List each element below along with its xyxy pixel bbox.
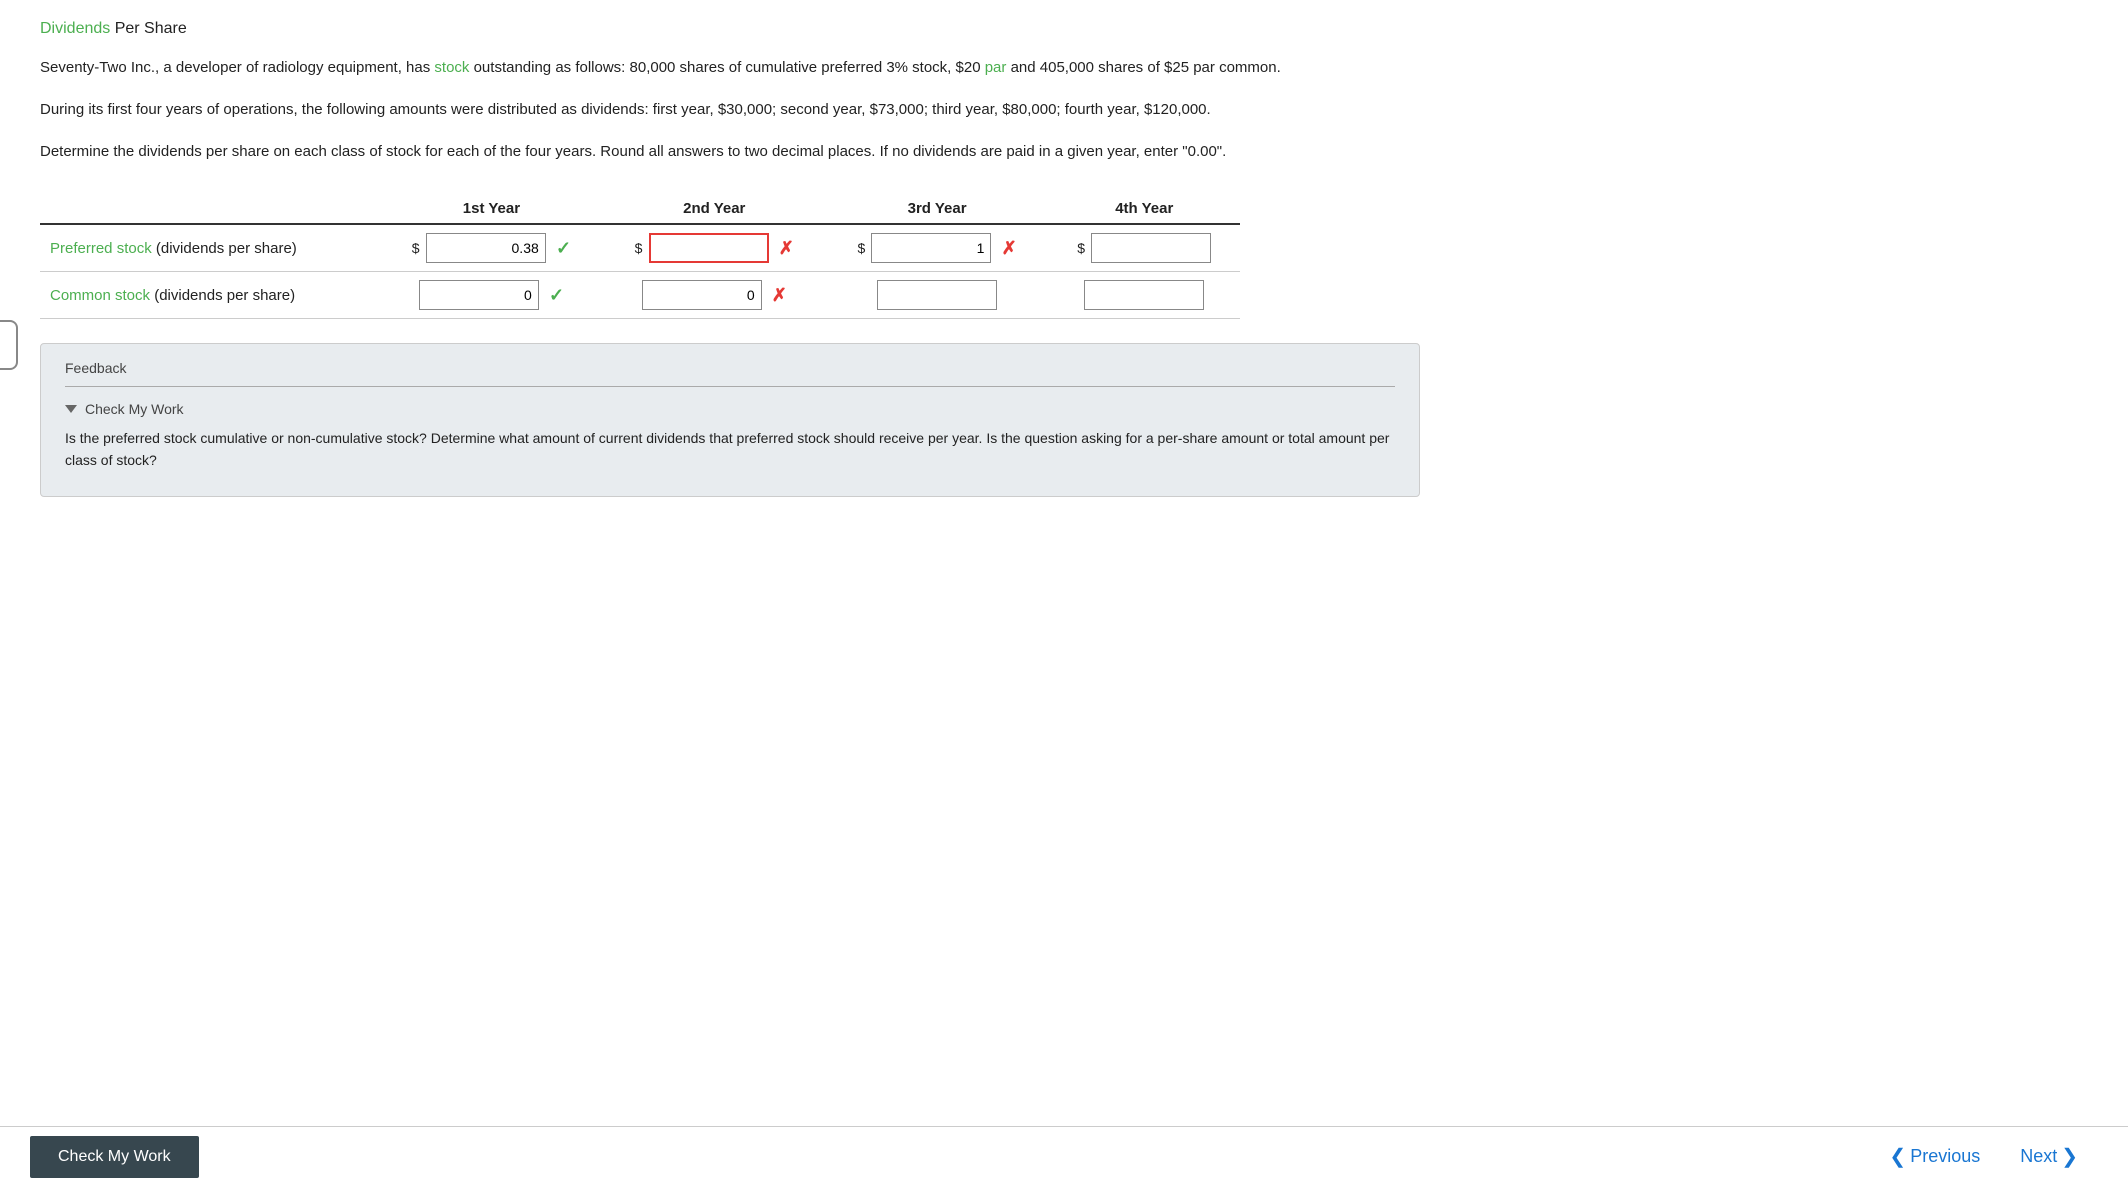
preferred-year1-check-icon: ✓ (556, 238, 571, 258)
paragraph-2: During its first four years of operation… (40, 98, 2088, 122)
preferred-year4-cell: $ (1049, 224, 1240, 272)
common-year2-x-icon: ✗ (772, 285, 787, 305)
table-row: Preferred stock (dividends per share) $ … (40, 224, 1240, 272)
dividends-table-wrapper: 1st Year 2nd Year 3rd Year 4th Year Pref… (40, 194, 2088, 319)
feedback-title: Feedback (65, 360, 1395, 376)
preferred-year1-input[interactable] (426, 233, 546, 263)
common-year1-input[interactable] (419, 280, 539, 310)
common-year1-cell: ✓ (380, 272, 603, 319)
col-header-year4: 4th Year (1049, 194, 1240, 224)
left-tab-indicator (0, 320, 18, 370)
chevron-left-icon: ❮ (1889, 1144, 1906, 1169)
chevron-right-icon: ❯ (2061, 1144, 2078, 1169)
paragraph-3: Determine the dividends per share on eac… (40, 140, 2088, 164)
preferred-year2-cell: $ ✗ (603, 224, 826, 272)
nav-buttons: ❮ Previous Next ❯ (1869, 1134, 2098, 1179)
check-my-work-button[interactable]: Check My Work (30, 1136, 199, 1178)
page-title: Dividends Per Share (40, 20, 2088, 38)
preferred-year2-input[interactable] (649, 233, 769, 263)
next-button[interactable]: Next ❯ (2000, 1134, 2098, 1179)
triangle-down-icon (65, 405, 77, 413)
common-year4-cell (1049, 272, 1240, 319)
previous-button[interactable]: ❮ Previous (1869, 1134, 2000, 1179)
feedback-text: Is the preferred stock cumulative or non… (65, 427, 1395, 472)
common-stock-label: Common stock (dividends per share) (40, 272, 380, 319)
preferred-year4-input[interactable] (1091, 233, 1211, 263)
common-year3-cell (826, 272, 1049, 319)
common-year4-input[interactable] (1084, 280, 1204, 310)
col-header-label (40, 194, 380, 224)
preferred-year2-x-icon: ✗ (779, 238, 794, 258)
title-dividends-link[interactable]: Dividends (40, 20, 110, 37)
check-my-work-label: Check My Work (65, 401, 1395, 417)
paragraph-1: Seventy-Two Inc., a developer of radiolo… (40, 56, 2088, 80)
bottom-bar: Check My Work ❮ Previous Next ❯ (0, 1126, 2128, 1186)
preferred-year3-input[interactable] (871, 233, 991, 263)
col-header-year3: 3rd Year (826, 194, 1049, 224)
preferred-year3-x-icon: ✗ (1002, 238, 1017, 258)
preferred-year3-cell: $ ✗ (826, 224, 1049, 272)
common-year2-cell: ✗ (603, 272, 826, 319)
table-row: Common stock (dividends per share) ✓ ✗ (40, 272, 1240, 319)
preferred-stock-label: Preferred stock (dividends per share) (40, 224, 380, 272)
feedback-divider (65, 386, 1395, 387)
common-year3-input[interactable] (877, 280, 997, 310)
col-header-year2: 2nd Year (603, 194, 826, 224)
feedback-box: Feedback Check My Work Is the preferred … (40, 343, 1420, 497)
preferred-year1-cell: $ ✓ (380, 224, 603, 272)
dividends-table: 1st Year 2nd Year 3rd Year 4th Year Pref… (40, 194, 1240, 319)
common-year1-check-icon: ✓ (549, 285, 564, 305)
col-header-year1: 1st Year (380, 194, 603, 224)
common-year2-input[interactable] (642, 280, 762, 310)
